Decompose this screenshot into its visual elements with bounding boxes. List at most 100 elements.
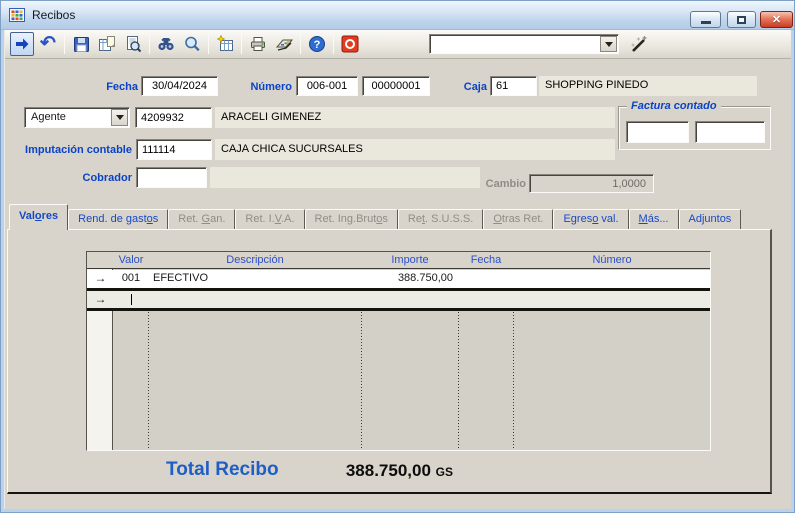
cobrador-input[interactable] — [137, 168, 206, 187]
tab-otras-ret: Otras Ret. — [483, 209, 553, 230]
fecha-input[interactable] — [142, 77, 217, 95]
header-valor: Valor — [114, 252, 148, 268]
cell-valor-editing[interactable] — [114, 291, 148, 308]
factura-contado-input-2[interactable] — [696, 122, 764, 142]
toolbar-separator — [241, 34, 242, 54]
cell-fecha[interactable] — [459, 270, 513, 288]
text-caret — [131, 294, 132, 305]
grid-header-row: Valor Descripción Importe Fecha Número — [87, 252, 710, 269]
cell-numero[interactable] — [514, 291, 710, 308]
numero-label: Número — [212, 81, 292, 93]
current-row-arrow-icon: → — [87, 270, 114, 288]
recibos-window: Recibos ✕ ↶ — [0, 0, 795, 513]
exit-icon — [341, 35, 359, 53]
accept-button[interactable] — [10, 32, 34, 56]
toolbar-separator — [333, 34, 334, 54]
numero-input[interactable] — [363, 77, 429, 95]
cell-valor[interactable]: 001 — [114, 270, 148, 288]
cell-descripcion[interactable]: EFECTIVO — [149, 270, 361, 288]
tab-valores[interactable]: Valores — [9, 204, 68, 230]
agente-combo-value: Agente — [31, 111, 66, 123]
chevron-down-icon — [605, 42, 613, 47]
row-separator — [87, 308, 710, 311]
minimize-icon — [701, 21, 711, 24]
cobrador-label: Cobrador — [52, 172, 132, 184]
help-button[interactable]: ? — [305, 32, 329, 56]
search-button[interactable] — [180, 32, 204, 56]
cell-descripcion[interactable] — [149, 291, 361, 308]
numero-serie-field[interactable] — [296, 76, 358, 96]
agente-codigo-field[interactable] — [135, 107, 212, 128]
save-button[interactable] — [69, 32, 93, 56]
tab-rend-de-gastos[interactable]: Rend. de gastos — [68, 209, 168, 230]
cell-fecha[interactable] — [459, 291, 513, 308]
toolbar-combobox[interactable] — [429, 34, 619, 54]
toolbar: ↶ — [5, 30, 791, 59]
factura-contado-field-1[interactable] — [626, 121, 689, 143]
copy-record-button[interactable] — [95, 32, 119, 56]
grid-row-2-current[interactable]: → — [87, 291, 710, 308]
new-grid-icon — [216, 35, 234, 53]
cobrador-field[interactable] — [136, 167, 207, 188]
total-amount-value: 388.750,00 — [346, 461, 431, 480]
print-button[interactable] — [246, 32, 270, 56]
toolbar-separator — [208, 34, 209, 54]
factura-contado-field-2[interactable] — [695, 121, 765, 143]
chevron-down-icon — [116, 115, 124, 120]
export-button[interactable] — [272, 32, 296, 56]
cell-importe[interactable] — [362, 291, 458, 308]
current-row-arrow-icon: → — [87, 291, 114, 308]
cambio-label: Cambio — [446, 178, 526, 190]
fecha-label: Fecha — [58, 81, 138, 93]
agente-combobox[interactable]: Agente — [24, 107, 130, 128]
cell-importe[interactable]: 388.750,00 — [362, 270, 458, 288]
caja-input[interactable] — [491, 77, 536, 95]
exit-button[interactable] — [338, 32, 362, 56]
minimize-button[interactable] — [690, 11, 721, 28]
numero-field[interactable] — [362, 76, 430, 96]
tab-ret-suss: Ret. S.U.S.S. — [398, 209, 483, 230]
close-button[interactable]: ✕ — [760, 11, 793, 28]
numero-serie-input[interactable] — [297, 77, 357, 95]
right-arrow-icon — [14, 36, 30, 52]
tab-mas[interactable]: Más... — [629, 209, 679, 230]
magnifier-icon — [183, 35, 201, 53]
maximize-icon — [737, 16, 746, 24]
new-record-button[interactable] — [213, 32, 237, 56]
imputacion-codigo-field[interactable] — [136, 139, 212, 160]
factura-contado-input-1[interactable] — [627, 122, 688, 142]
close-icon: ✕ — [772, 13, 781, 26]
scanner-icon — [275, 35, 294, 53]
agente-dropdown-button[interactable] — [111, 109, 128, 126]
tools-button[interactable] — [629, 34, 649, 54]
valores-grid[interactable]: Valor Descripción Importe Fecha Número →… — [86, 251, 711, 451]
fecha-field[interactable] — [141, 76, 218, 96]
find-button[interactable] — [154, 32, 178, 56]
combo-dropdown-button[interactable] — [600, 36, 617, 52]
maximize-button[interactable] — [727, 11, 756, 28]
tab-ret-ing-brutos: Ret. Ing.Brutos — [305, 209, 398, 230]
header-fecha: Fecha — [459, 252, 513, 268]
binoculars-icon — [157, 35, 175, 53]
toolbar-combo-input[interactable] — [432, 37, 598, 51]
cobrador-nombre-display — [210, 167, 480, 188]
imputacion-codigo-input[interactable] — [137, 140, 211, 159]
tab-adjuntos[interactable]: Adjuntos — [679, 209, 742, 230]
caja-nombre-display: SHOPPING PINEDO — [539, 76, 757, 96]
undo-button[interactable]: ↶ — [36, 32, 60, 56]
window-title: Recibos — [32, 8, 75, 22]
factura-contado-label: Factura contado — [627, 100, 721, 112]
cell-numero[interactable] — [514, 270, 710, 288]
imputacion-nombre-display: CAJA CHICA SUCURSALES — [215, 139, 615, 160]
tab-egreso-val[interactable]: Egreso val. — [553, 209, 628, 230]
total-currency: GS — [436, 465, 453, 479]
tab-ret-iva: Ret. I.V.A. — [235, 209, 304, 230]
total-recibo-amount: 388.750,00 GS — [278, 461, 453, 481]
grid-row-1[interactable]: → 001 EFECTIVO 388.750,00 — [87, 270, 710, 288]
cambio-input — [530, 175, 653, 192]
preview-button[interactable] — [121, 32, 145, 56]
agente-codigo-input[interactable] — [136, 108, 211, 127]
undo-icon: ↶ — [40, 35, 56, 53]
caja-field[interactable] — [490, 76, 537, 96]
svg-text:?: ? — [314, 39, 321, 51]
